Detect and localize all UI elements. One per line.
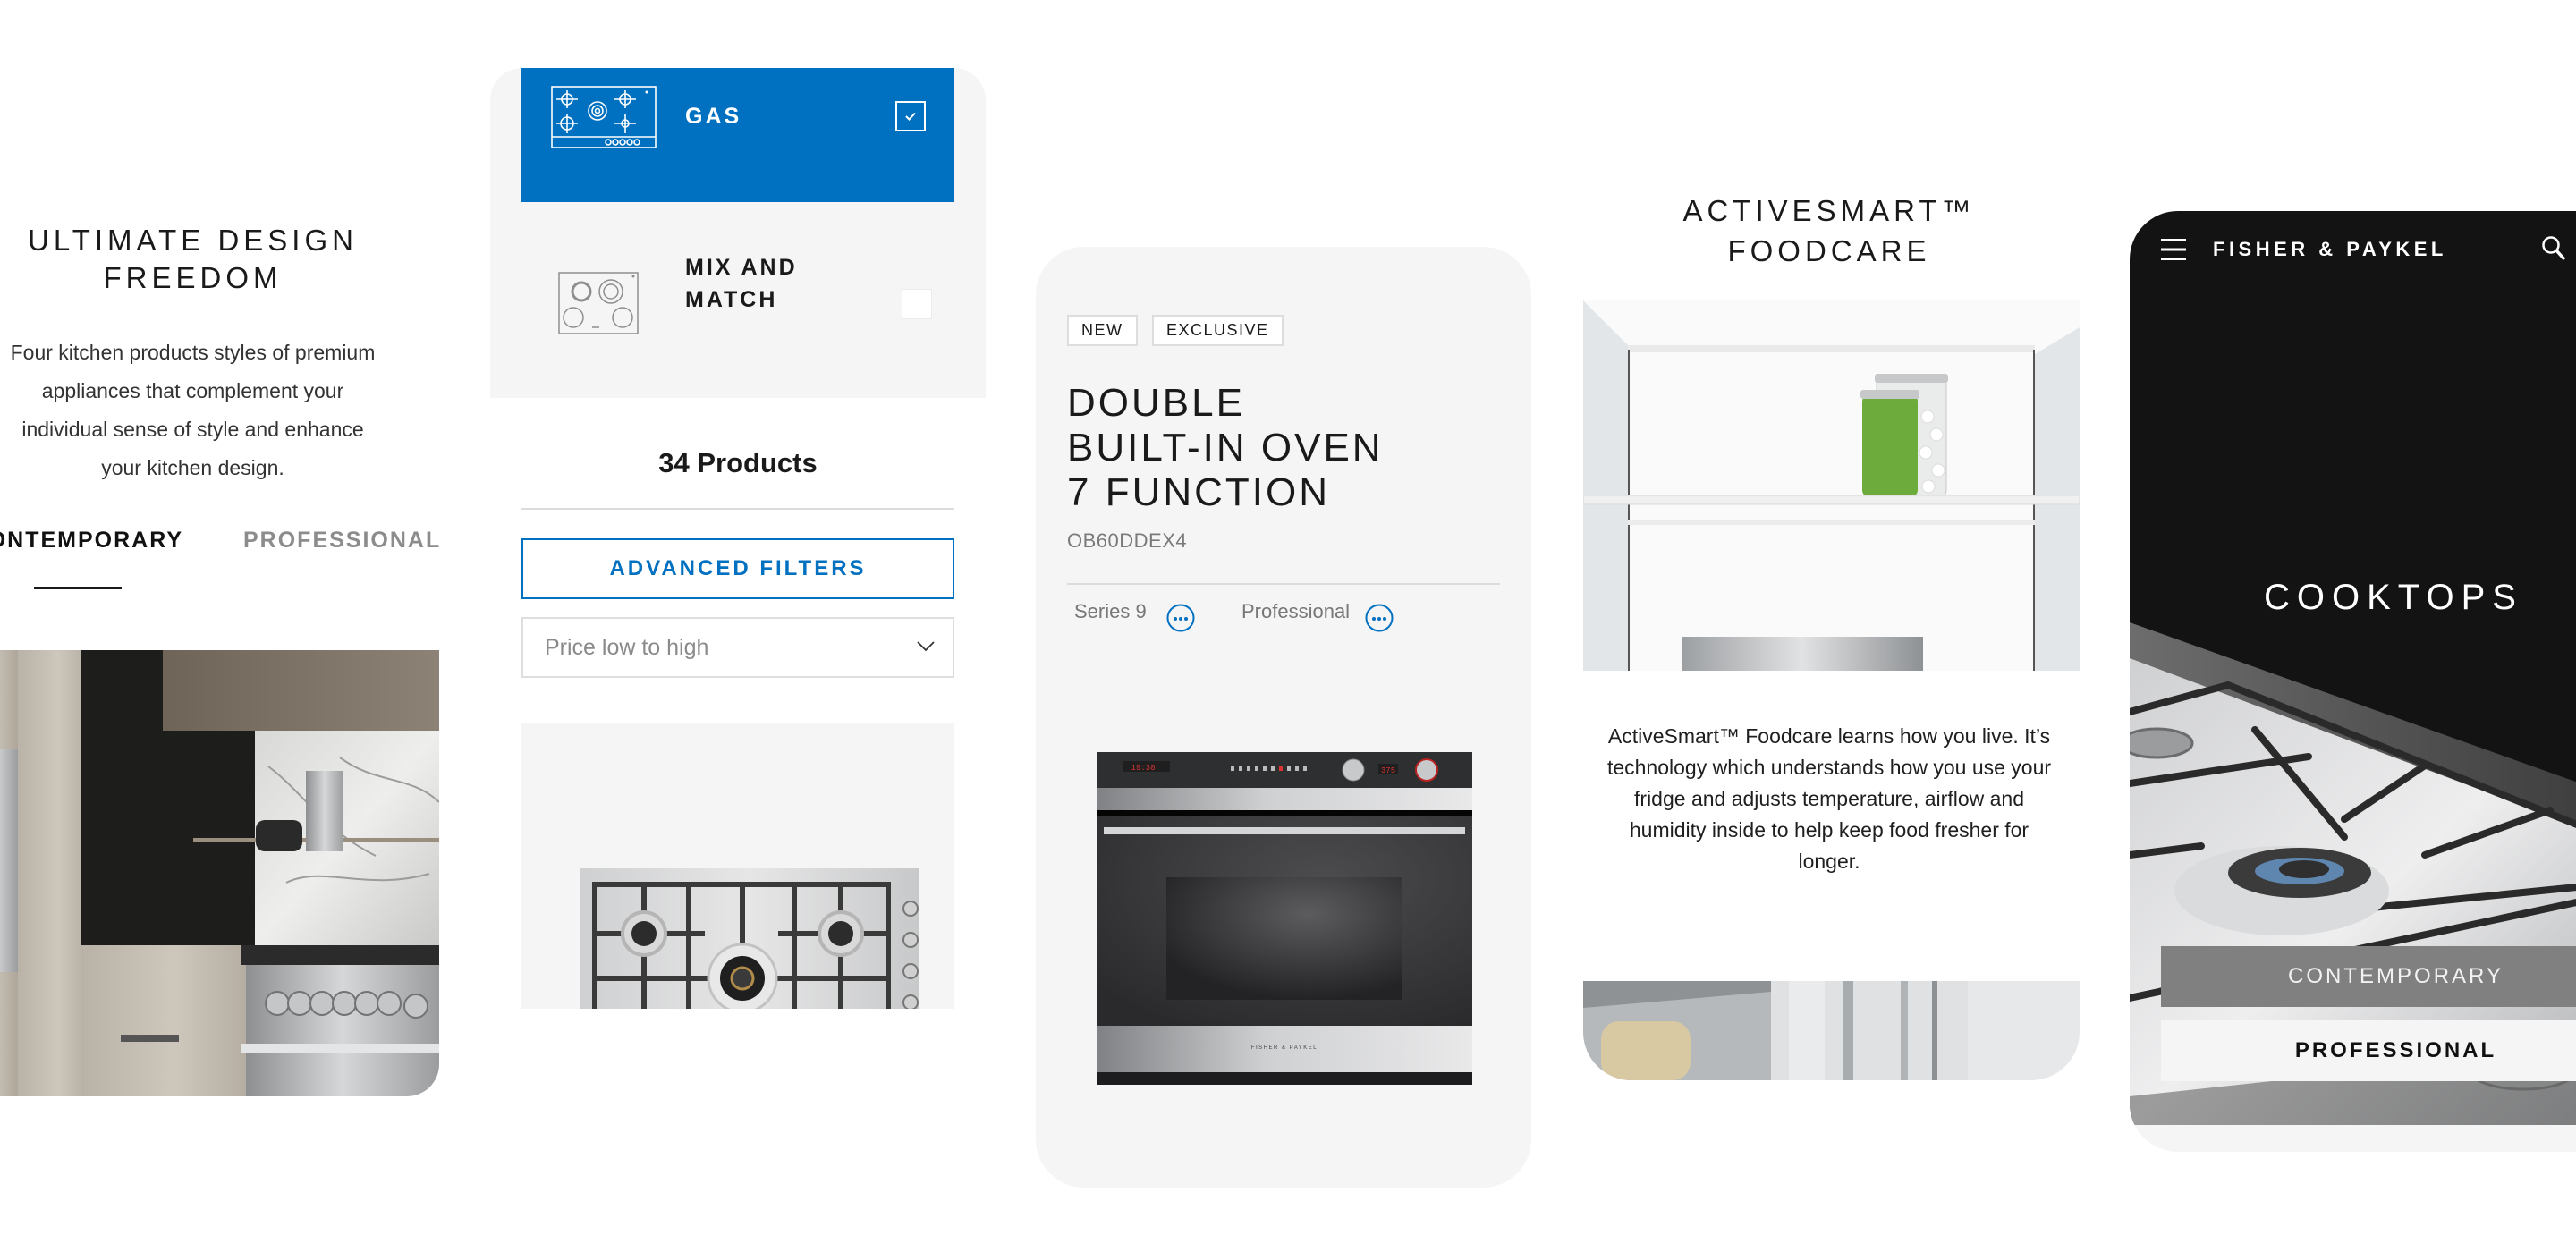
section-title: ACTIVESMART™ FOODCARE xyxy=(1579,190,2080,271)
product-tile[interactable] xyxy=(521,723,954,1009)
title-line: ULTIMATE DESIGN xyxy=(28,224,358,257)
oven-temperature-display: 375 xyxy=(1381,766,1395,775)
cooktop-filter-card: GAS MIX AND MATCH 34 Products ADVANCED F… xyxy=(490,68,986,1009)
oven-brand-label: FISHER & PAYKEL xyxy=(1251,1045,1318,1051)
title-line: FOODCARE xyxy=(1727,234,1931,267)
title-line: ACTIVESMART™ xyxy=(1682,194,1976,227)
page-heading: COOKTOPS xyxy=(2264,578,2523,617)
mix-match-cooktop-icon xyxy=(558,272,639,334)
product-title[interactable]: DOUBLE BUILT-IN OVEN 7 FUNCTION xyxy=(1067,381,1384,515)
activesmart-card: ACTIVESMART™ FOODCARE ActiveSmart™ Foodc… xyxy=(1579,139,2080,1080)
title-line: BUILT-IN OVEN xyxy=(1067,426,1384,470)
kitchen-interior-image xyxy=(0,650,439,1096)
cooktops-mobile-card: FISHER & PAYKEL COOKTOPS CONTEMPORARY PR… xyxy=(2130,211,2576,1152)
hero-section: FISHER & PAYKEL COOKTOPS CONTEMPORARY PR… xyxy=(2130,211,2576,1125)
sort-select-value: Price low to high xyxy=(545,635,709,660)
gas-cooktop-icon xyxy=(551,86,657,148)
design-freedom-card: ULTIMATE DESIGN FREEDOM Four kitchen pro… xyxy=(0,156,439,1096)
divider xyxy=(521,508,954,510)
fridge-drawer-image xyxy=(1583,981,2080,1080)
section-description: ActiveSmart™ Foodcare learns how you liv… xyxy=(1606,724,2052,873)
badge-exclusive: EXCLUSIVE xyxy=(1152,315,1284,346)
hamburger-menu-icon[interactable] xyxy=(2161,238,2186,261)
product-sku: OB60DDEX4 xyxy=(1067,529,1188,552)
product-count: 34 Products xyxy=(658,447,818,478)
chevron-down-icon xyxy=(917,641,935,652)
filter-option-label: GAS xyxy=(685,104,742,129)
product-style: Professional xyxy=(1241,600,1351,622)
label-line: MIX AND xyxy=(685,255,798,280)
built-in-oven-image[interactable]: 19:30 375 FISHER & PAYKEL xyxy=(1097,752,1472,1085)
title-line: FREEDOM xyxy=(103,261,283,294)
fridge-interior-image xyxy=(1583,300,2080,671)
professional-button[interactable]: PROFESSIONAL xyxy=(2161,1020,2576,1081)
tab-contemporary[interactable]: CONTEMPORARY xyxy=(0,528,183,554)
tab-professional[interactable]: PROFESSIONAL xyxy=(243,528,439,554)
brand-logo[interactable]: FISHER & PAYKEL xyxy=(2213,236,2447,263)
oven-illustration: 19:30 375 FISHER & PAYKEL xyxy=(1097,752,1472,1085)
title-line: 7 FUNCTION xyxy=(1067,470,1330,514)
product-series: Series 9 xyxy=(1074,600,1147,622)
oven-clock-display: 19:30 xyxy=(1131,764,1155,773)
gas-checkbox[interactable] xyxy=(895,101,926,131)
search-icon[interactable] xyxy=(2541,235,2566,262)
product-detail-card: NEW EXCLUSIVE DOUBLE BUILT-IN OVEN 7 FUN… xyxy=(1036,247,1531,1188)
contemporary-button[interactable]: CONTEMPORARY xyxy=(2161,946,2576,1007)
label-line: MATCH xyxy=(685,287,778,312)
filter-option-mix-and-match[interactable]: MIX AND MATCH xyxy=(490,202,986,398)
mix-and-match-checkbox[interactable] xyxy=(902,289,932,319)
filter-option-gas[interactable]: GAS xyxy=(521,68,954,202)
section-title: ULTIMATE DESIGN FREEDOM xyxy=(0,222,386,297)
checkmark-icon xyxy=(905,112,916,121)
badge-new: NEW xyxy=(1067,315,1138,346)
gas-cooktop-product-image xyxy=(580,868,919,1009)
filter-option-label: MIX AND MATCH xyxy=(685,251,798,316)
divider xyxy=(1067,583,1500,585)
title-line: DOUBLE xyxy=(1067,381,1245,425)
more-info-icon[interactable] xyxy=(1365,604,1394,632)
advanced-filters-button[interactable]: ADVANCED FILTERS xyxy=(521,538,954,599)
more-info-icon[interactable] xyxy=(1166,604,1195,632)
section-description: Four kitchen products styles of premium … xyxy=(10,341,376,479)
sort-select[interactable]: Price low to high xyxy=(521,617,954,678)
active-tab-indicator xyxy=(34,587,122,589)
